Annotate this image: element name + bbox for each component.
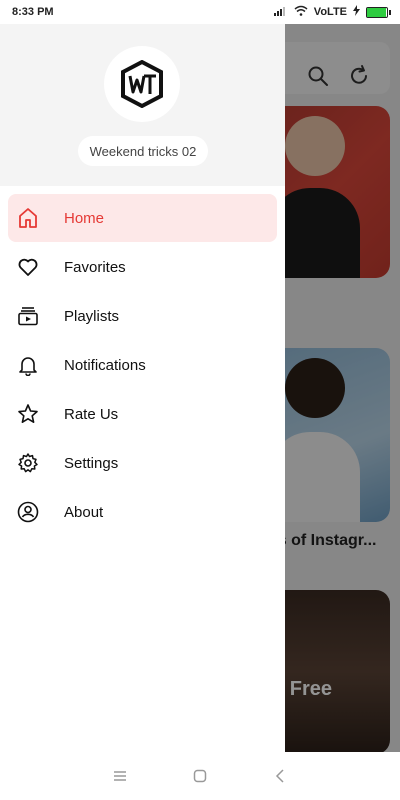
drawer-item-label: Settings xyxy=(64,454,119,472)
home-button-icon[interactable] xyxy=(188,764,212,788)
channel-logo xyxy=(104,46,180,122)
drawer-item-label: Notifications xyxy=(64,356,146,374)
wifi-icon xyxy=(294,5,308,19)
heart-icon xyxy=(16,255,40,279)
star-icon xyxy=(16,402,40,426)
bell-icon xyxy=(16,353,40,377)
network-type: VoLTE xyxy=(313,6,347,18)
signal-icon xyxy=(273,5,288,19)
drawer-item-notifications[interactable]: Notifications xyxy=(8,341,277,389)
drawer-header: Weekend tricks 02 xyxy=(0,24,285,186)
drawer-item-favorites[interactable]: Favorites xyxy=(8,243,277,291)
drawer-item-label: Rate Us xyxy=(64,405,119,423)
charging-icon xyxy=(353,5,360,19)
drawer-item-settings[interactable]: Settings xyxy=(8,439,277,487)
home-icon xyxy=(16,206,40,230)
navigation-drawer: Weekend tricks 02 Home Favorites Playlis… xyxy=(0,24,285,752)
status-time: 8:33 PM xyxy=(12,6,54,18)
system-navigation-bar xyxy=(0,752,400,800)
drawer-item-label: Playlists xyxy=(64,307,120,325)
drawer-item-rate-us[interactable]: Rate Us xyxy=(8,390,277,438)
drawer-item-label: About xyxy=(64,503,104,521)
drawer-item-playlists[interactable]: Playlists xyxy=(8,292,277,340)
drawer-item-about[interactable]: About xyxy=(8,488,277,536)
drawer-item-home[interactable]: Home xyxy=(8,194,277,242)
drawer-item-label: Home xyxy=(64,209,105,227)
channel-name: Weekend tricks 02 xyxy=(78,136,208,166)
menu-icon[interactable] xyxy=(108,764,132,788)
battery-level xyxy=(367,7,386,17)
back-icon[interactable] xyxy=(268,764,292,788)
battery-icon xyxy=(366,6,391,18)
channel-logo-icon xyxy=(121,60,163,108)
gear-icon xyxy=(16,451,40,475)
status-icons: VoLTE xyxy=(273,5,391,19)
playlist-icon xyxy=(16,304,40,328)
user-circle-icon xyxy=(16,500,40,524)
drawer-menu: Home Favorites Playlists Notifications R… xyxy=(0,194,285,537)
status-bar: 8:33 PM VoLTE xyxy=(0,0,400,24)
drawer-item-label: Favorites xyxy=(64,258,126,276)
